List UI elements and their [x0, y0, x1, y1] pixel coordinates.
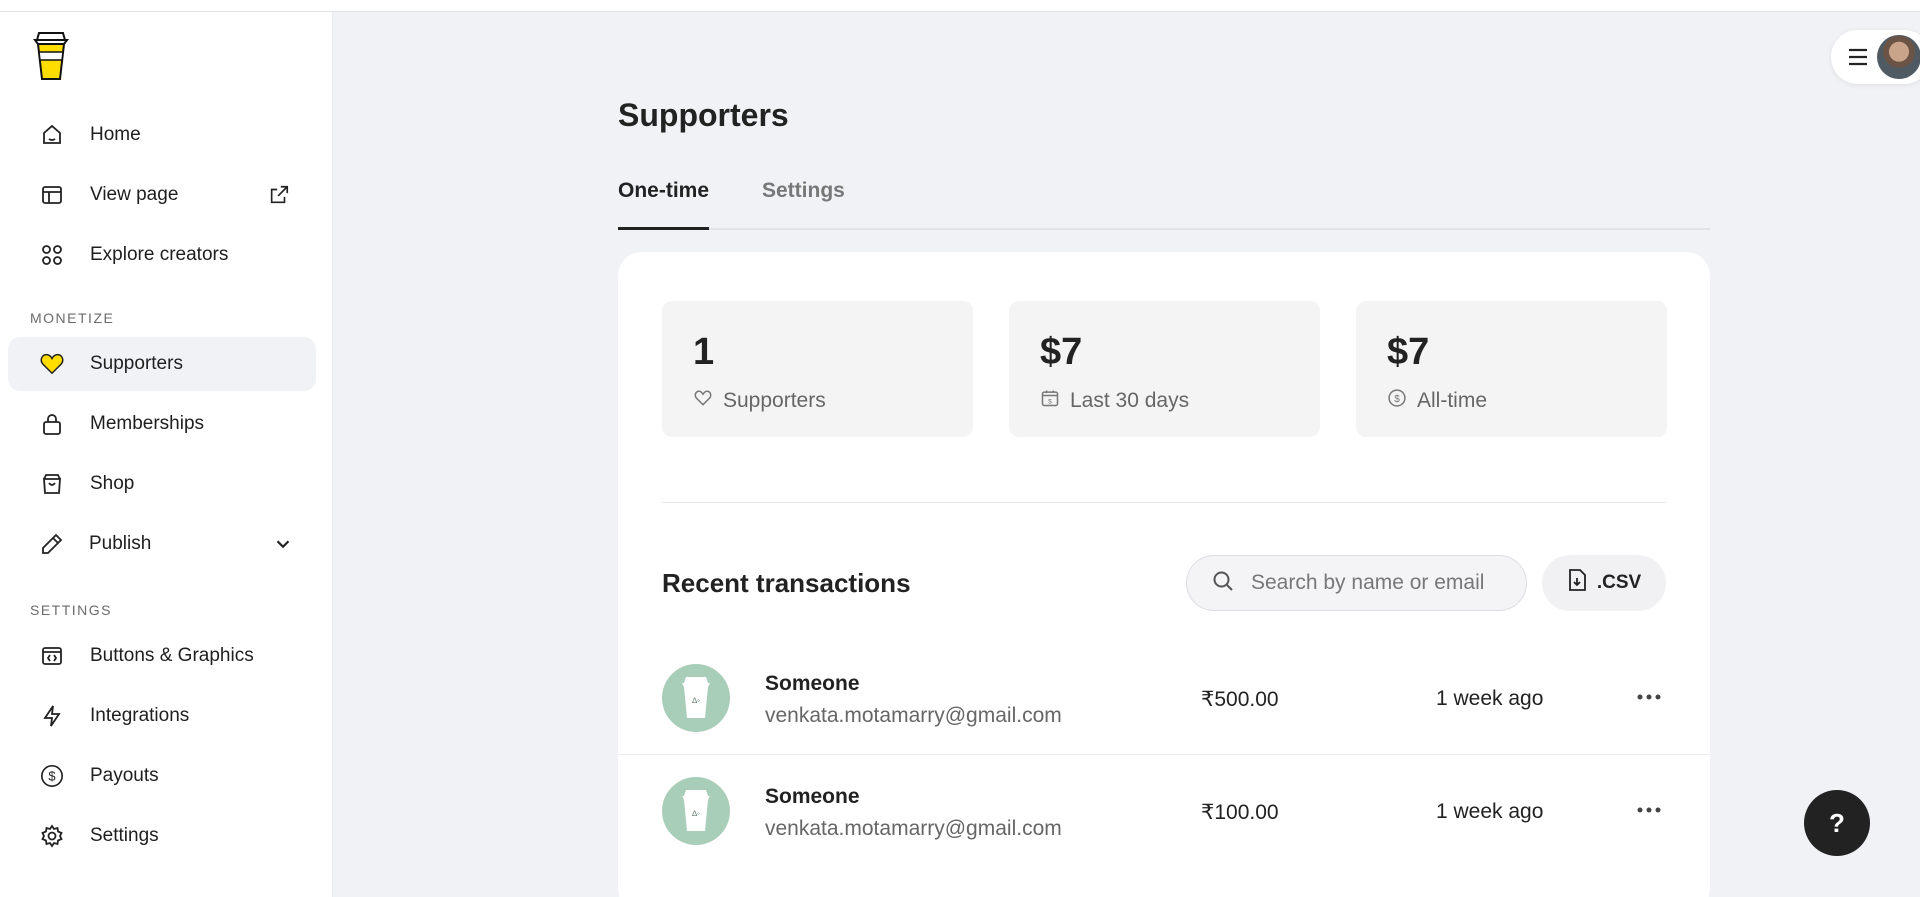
stat-value: $7 — [1387, 331, 1430, 373]
chevron-down-icon[interactable] — [272, 533, 294, 555]
avatar: ∆◦ — [662, 664, 730, 732]
sidebar-item-label: Memberships — [90, 413, 205, 434]
sidebar-item-label: Shop — [90, 473, 135, 494]
buymeacoffee-logo[interactable] — [30, 30, 72, 82]
transaction-time: 1 week ago — [1436, 800, 1544, 823]
search-input[interactable] — [1251, 571, 1501, 595]
user-avatar — [1877, 35, 1920, 79]
divider — [662, 502, 1666, 503]
stat-label: All-time — [1417, 389, 1488, 412]
more-options-icon[interactable] — [1633, 682, 1665, 712]
pencil-icon — [40, 532, 64, 556]
code-icon — [40, 644, 64, 668]
transaction-row[interactable]: ∆◦ Someone venkata.motamarry@gmail.com ₹… — [618, 642, 1710, 755]
stat-label: Last 30 days — [1070, 389, 1190, 412]
section-label-settings: SETTINGS — [30, 602, 113, 618]
transaction-amount: ₹100.00 — [1201, 801, 1279, 824]
tab-bar: One-time Settings — [618, 167, 1710, 230]
user-menu-button[interactable] — [1831, 30, 1920, 84]
sidebar-item-label: Buttons & Graphics — [90, 645, 254, 666]
cup-icon: ∆◦ — [682, 677, 710, 718]
main-content: Supporters One-time Settings 1 Supporter… — [334, 12, 1920, 897]
sidebar-item-payouts[interactable]: $ Payouts — [8, 749, 316, 803]
dollar-circle-icon: $ — [40, 764, 64, 788]
transaction-time: 1 week ago — [1436, 687, 1544, 710]
tab-one-time[interactable]: One-time — [618, 179, 710, 230]
sidebar-item-label: Publish — [89, 533, 152, 554]
sidebar-item-home[interactable]: Home — [8, 108, 316, 162]
stat-value: 1 — [693, 331, 715, 373]
stat-label: Supporters — [723, 389, 826, 412]
file-download-icon — [1567, 568, 1587, 598]
transaction-email: venkata.motamarry@gmail.com — [765, 817, 1062, 840]
csv-export-button[interactable]: .CSV — [1542, 555, 1666, 611]
more-options-icon[interactable] — [1633, 795, 1665, 825]
stat-supporters: 1 Supporters — [662, 301, 973, 437]
search-box[interactable] — [1186, 555, 1527, 611]
top-border — [0, 0, 1920, 12]
sidebar-item-memberships[interactable]: Memberships — [8, 397, 316, 451]
calendar-icon: $ — [1040, 388, 1060, 414]
svg-text:$: $ — [48, 769, 55, 784]
sidebar-item-publish[interactable]: Publish — [8, 517, 316, 571]
sidebar-item-label: Supporters — [90, 353, 183, 374]
sidebar-item-label: Explore creators — [90, 244, 229, 265]
sidebar-item-label: Home — [90, 124, 141, 145]
transaction-email: venkata.motamarry@gmail.com — [765, 704, 1062, 727]
transaction-row[interactable]: ∆◦ Someone venkata.motamarry@gmail.com ₹… — [618, 755, 1710, 868]
lock-icon — [40, 412, 64, 436]
page-title: Supporters — [618, 97, 789, 133]
layout-icon — [40, 183, 64, 207]
sidebar-item-label: View page — [90, 184, 179, 205]
heart-icon — [40, 352, 64, 376]
hamburger-menu-icon — [1848, 48, 1868, 66]
search-icon — [1211, 569, 1235, 598]
tab-settings[interactable]: Settings — [762, 179, 845, 203]
lightning-icon — [40, 704, 64, 728]
transaction-amount: ₹500.00 — [1201, 688, 1279, 711]
bag-icon — [40, 472, 64, 496]
heart-icon — [693, 388, 713, 414]
sidebar-item-label: Integrations — [90, 705, 190, 726]
home-icon — [40, 123, 64, 147]
sidebar-item-supporters[interactable]: Supporters — [8, 337, 316, 391]
svg-text:$: $ — [1394, 394, 1400, 405]
dollar-circle-icon: $ — [1387, 388, 1407, 414]
stat-last-30-days: $7 $ Last 30 days — [1009, 301, 1320, 437]
recent-transactions-title: Recent transactions — [662, 568, 911, 598]
svg-text:∆◦: ∆◦ — [692, 809, 700, 818]
sidebar: Home View page Explore creators MONETIZE… — [0, 12, 333, 897]
sidebar-item-shop[interactable]: Shop — [8, 457, 316, 511]
external-link-icon[interactable] — [268, 184, 290, 206]
section-label-monetize: MONETIZE — [30, 310, 115, 326]
transaction-name: Someone — [765, 785, 860, 808]
avatar: ∆◦ — [662, 777, 730, 845]
sidebar-item-explore-creators[interactable]: Explore creators — [8, 228, 316, 282]
supporters-card: 1 Supporters $7 $ Last 30 days $7 $ All-… — [618, 252, 1710, 897]
sidebar-item-label: Settings — [90, 825, 159, 846]
stat-value: $7 — [1040, 331, 1083, 373]
csv-label: .CSV — [1596, 572, 1642, 593]
help-button[interactable]: ? — [1804, 790, 1870, 856]
cup-icon: ∆◦ — [682, 790, 710, 831]
sidebar-item-view-page[interactable]: View page — [8, 168, 316, 222]
svg-text:∆◦: ∆◦ — [692, 696, 700, 705]
transaction-name: Someone — [765, 672, 860, 695]
svg-text:$: $ — [1048, 398, 1052, 405]
grid-icon — [40, 243, 64, 267]
sidebar-item-settings[interactable]: Settings — [8, 809, 316, 863]
stat-all-time: $7 $ All-time — [1356, 301, 1667, 437]
sidebar-item-buttons-graphics[interactable]: Buttons & Graphics — [8, 629, 316, 683]
sidebar-item-integrations[interactable]: Integrations — [8, 689, 316, 743]
gear-icon — [40, 824, 64, 848]
sidebar-item-label: Payouts — [90, 765, 159, 786]
